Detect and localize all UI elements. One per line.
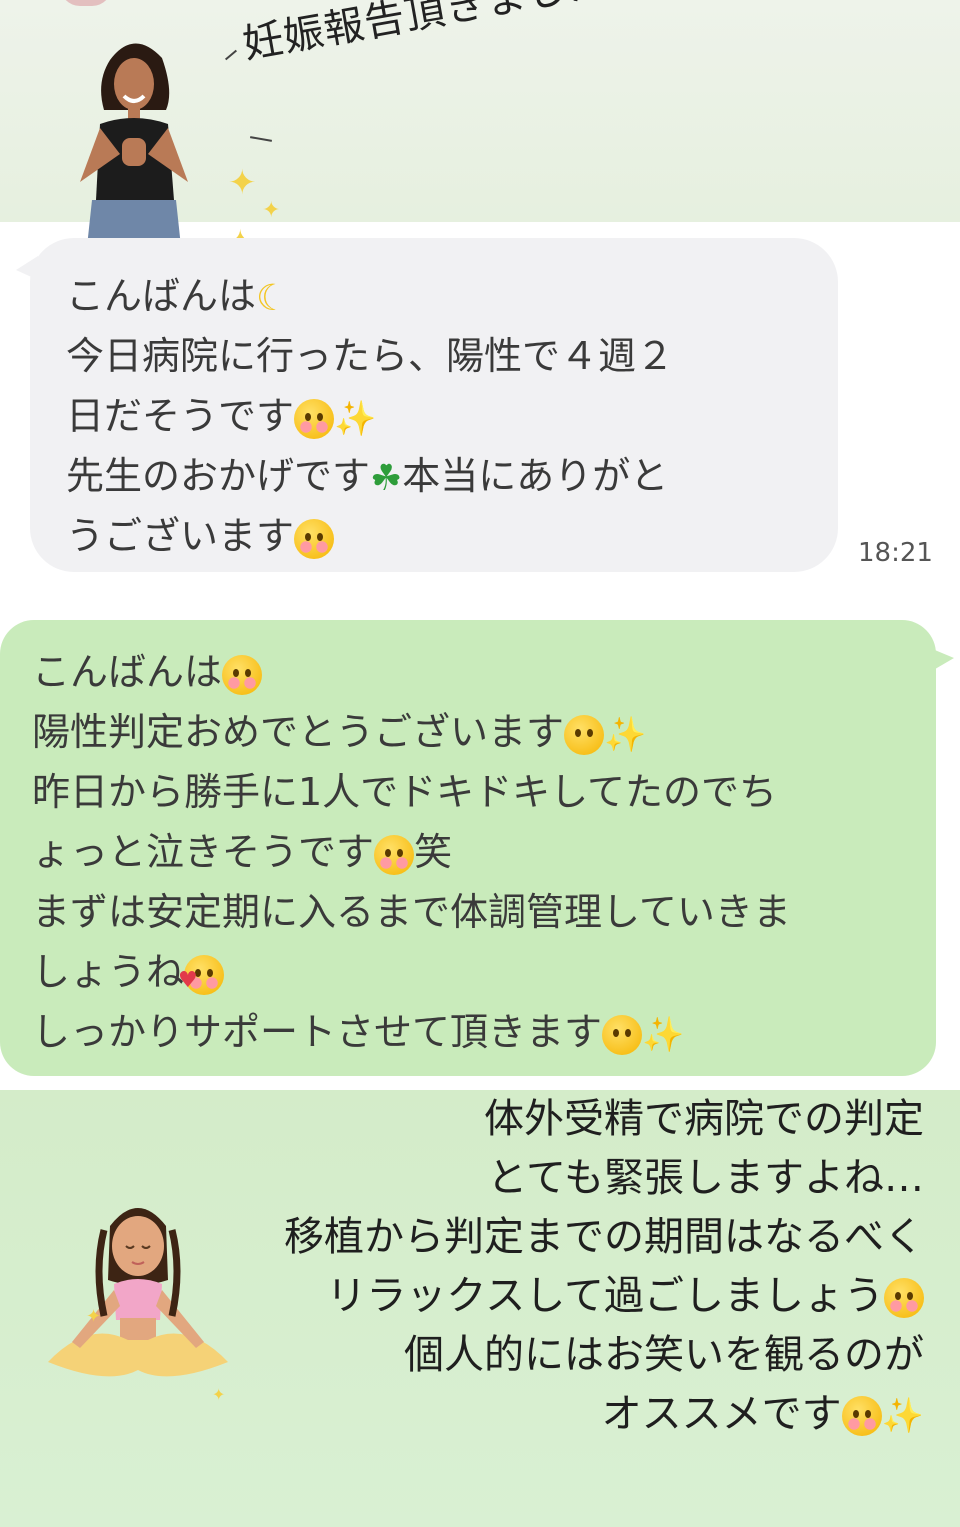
woman-photo-icon <box>80 43 188 256</box>
sparkle-icon: ✦ <box>228 163 257 203</box>
message-line: まずは安定期に入るまで体調管理していきま <box>32 890 791 934</box>
bubble-tail <box>16 256 38 280</box>
message-line: うございます <box>66 506 674 566</box>
salute-face-icon <box>602 1014 643 1055</box>
svg-text:✦: ✦ <box>212 1385 225 1404</box>
message-line: 陽性判定おめでとうございます ✨ <box>32 710 647 755</box>
message-line: しょうね ♥ <box>32 942 791 1002</box>
yoga-illustration-icon: ✦ ✦ <box>48 1208 228 1404</box>
sparkle-icon: ✨ <box>881 1396 924 1436</box>
caption-line: 移植から判定までの期間はなるべく <box>284 1214 924 1260</box>
bubble-tail <box>930 648 954 672</box>
caption-line: 体外受精で病院での判定 <box>484 1096 924 1142</box>
outgoing-message-bubble[interactable]: こんばんは 陽性判定おめでとうございます ✨ 昨日から勝手に1人でドキドキしてたの… <box>0 620 954 1076</box>
message-line: 日だそうです ✨ <box>66 394 377 439</box>
pleading-face-icon <box>294 398 335 439</box>
laughing-face-icon <box>564 714 605 755</box>
incoming-message-bubble[interactable]: こんばんは☾ 今日病院に行ったら、陽性で４週２ 日だそうです ✨ 先生のおかげです… <box>16 238 838 572</box>
sparkle-icon: ✨ <box>604 714 647 755</box>
message-line: 昨日から勝手に1人でドキドキしてたのでち <box>32 770 778 814</box>
caption-line: 個人的にはお笑いを観るのが <box>404 1332 924 1378</box>
message-line: 今日病院に行ったら、陽性で４週２ <box>66 334 675 378</box>
caption-line: オススメです ✨ <box>601 1391 924 1437</box>
caption-line: とても緊張しますよね… <box>487 1155 924 1201</box>
message-line: こんばんは <box>32 642 791 702</box>
sparkle-icon: ✨ <box>334 398 377 439</box>
smile-face-icon <box>222 654 263 695</box>
message-line: しっかりサポートさせて頂きます ✨ <box>32 1010 685 1055</box>
smile-face-icon <box>294 518 335 559</box>
message-line: こんばんは☾ <box>66 274 289 319</box>
story-caption: 体外受精で病院での判定 とても緊張しますよね… 移植から判定までの期間はなるべく… <box>284 1090 924 1444</box>
svg-text:✦: ✦ <box>86 1306 101 1327</box>
message-line: 先生のおかげです☘本当にありがと <box>66 454 669 499</box>
moon-icon: ☾ <box>256 277 289 319</box>
caption-line: リラックスして過ごしましょう <box>284 1267 924 1326</box>
message-timestamp: 18:21 <box>858 538 933 568</box>
hearts-face-icon: ♥ <box>178 954 225 995</box>
clover-icon: ☘ <box>370 457 403 499</box>
message-line: ょっと泣きそうです笑 <box>32 830 453 875</box>
smile-face-icon <box>884 1278 924 1318</box>
sparkle-icon: ✨ <box>642 1014 685 1055</box>
sparkle-icon: ✦ <box>262 198 281 223</box>
pleading-face-icon <box>374 834 415 875</box>
smile-face-icon <box>841 1396 882 1436</box>
